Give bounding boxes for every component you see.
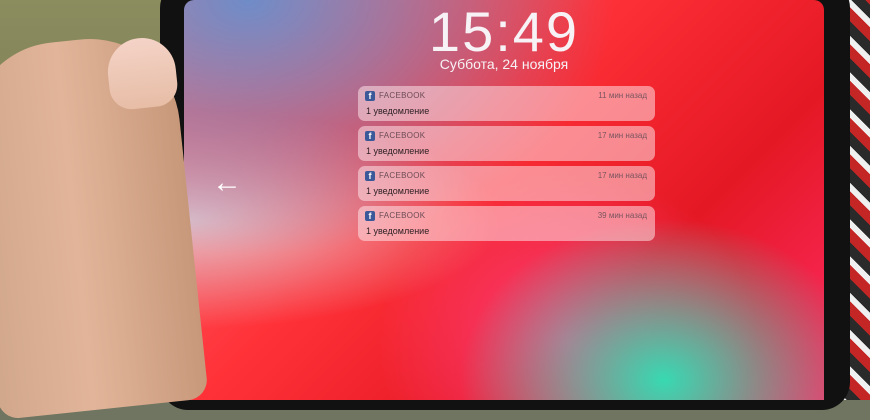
facebook-icon: f <box>365 91 375 101</box>
notification-card[interactable]: f FACEBOOK 17 мин назад 1 уведомление <box>358 126 655 161</box>
facebook-icon: f <box>365 171 375 181</box>
lock-screen: 15:49 Суббота, 24 ноября ← f FACEBOOK 11… <box>184 0 824 400</box>
notification-time: 39 мин назад <box>597 211 647 220</box>
lock-screen-time: 15:49 <box>428 0 580 63</box>
lock-screen-date: Суббота, 24 ноября <box>439 56 569 72</box>
notification-time: 11 мин назад <box>598 91 647 100</box>
notification-body: 1 уведомление <box>366 146 430 156</box>
notification-body: 1 уведомление <box>366 106 430 116</box>
notification-app-name: FACEBOOK <box>379 211 426 220</box>
notification-time: 17 мин назад <box>597 131 647 140</box>
notification-time: 17 мин назад <box>597 171 647 180</box>
facebook-icon: f <box>365 211 375 221</box>
notification-app-name: FACEBOOK <box>379 171 426 180</box>
notification-card[interactable]: f FACEBOOK 11 мин назад 1 уведомление <box>358 86 655 121</box>
facebook-icon: f <box>365 131 375 141</box>
back-arrow-icon[interactable]: ← <box>212 168 242 198</box>
notification-card[interactable]: f FACEBOOK 39 мин назад 1 уведомление <box>358 206 655 241</box>
notification-app-name: FACEBOOK <box>379 91 426 100</box>
notification-body: 1 уведомление <box>366 186 430 196</box>
notification-app-name: FACEBOOK <box>379 131 426 140</box>
notification-body: 1 уведомление <box>366 226 430 236</box>
notification-card[interactable]: f FACEBOOK 17 мин назад 1 уведомление <box>358 166 655 201</box>
notification-list: f FACEBOOK 11 мин назад 1 уведомление f … <box>358 86 655 246</box>
